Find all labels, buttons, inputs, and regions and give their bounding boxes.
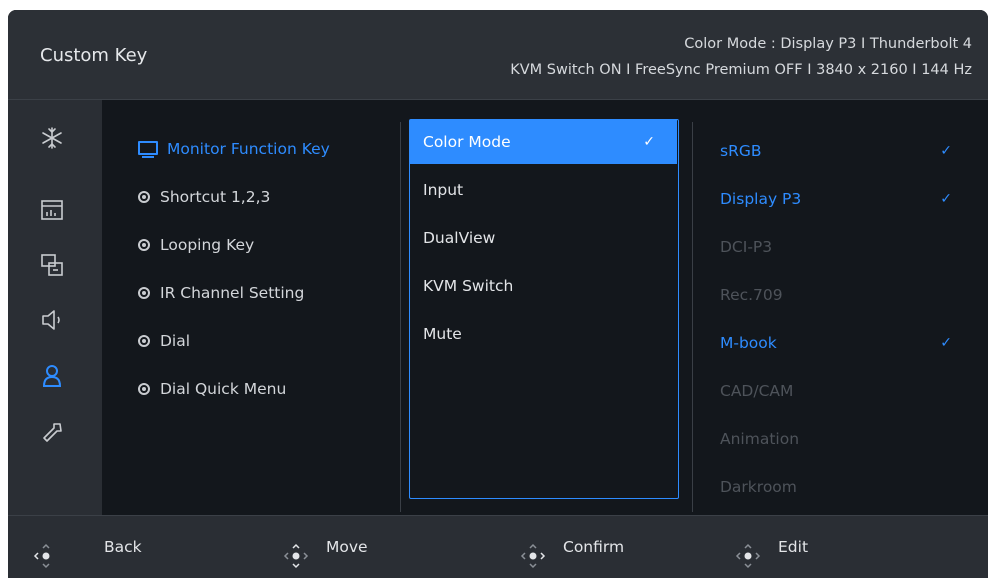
function-label: Color Mode xyxy=(423,133,511,151)
function-item-kvm-switch[interactable]: KVM Switch xyxy=(410,264,677,308)
snowflake-icon[interactable] xyxy=(39,125,65,151)
hint-confirm[interactable]: Confirm xyxy=(519,516,624,578)
dial-icon xyxy=(138,382,150,395)
joystick-press-icon xyxy=(734,534,762,568)
value-item-m-book[interactable]: M-book ✓ xyxy=(720,329,952,357)
value-label: Display P3 xyxy=(720,190,802,208)
monitor-icon xyxy=(138,140,158,158)
picture-icon[interactable] xyxy=(39,197,65,223)
speaker-icon[interactable] xyxy=(39,307,65,333)
menu-item-label: Monitor Function Key xyxy=(167,140,330,158)
value-item-display-p3[interactable]: Display P3 ✓ xyxy=(720,185,952,213)
value-item-cad-cam[interactable]: CAD/CAM xyxy=(720,377,952,405)
value-item-darkroom[interactable]: Darkroom xyxy=(720,473,952,501)
user-icon[interactable] xyxy=(39,363,65,389)
osd-window: Custom Key Color Mode : Display P3 I Thu… xyxy=(8,10,988,578)
sidebar xyxy=(8,100,102,515)
menu-item-shortcut[interactable]: Shortcut 1,2,3 xyxy=(138,183,270,211)
value-item-rec709[interactable]: Rec.709 xyxy=(720,281,952,309)
status-line-2: KVM Switch ON I FreeSync Premium OFF I 3… xyxy=(510,62,972,78)
menu-item-label: Shortcut 1,2,3 xyxy=(160,188,271,206)
edit-label: Edit xyxy=(778,538,809,556)
value-label: Animation xyxy=(720,430,800,448)
menu-item-label: Dial xyxy=(160,332,191,350)
value-label: Darkroom xyxy=(720,478,797,496)
value-label: DCI-P3 xyxy=(720,238,773,256)
function-label: DualView xyxy=(423,229,496,247)
hint-back[interactable]: Back xyxy=(32,516,142,578)
value-label: M-book xyxy=(720,334,777,352)
wrench-icon[interactable] xyxy=(39,420,65,446)
check-icon: ✓ xyxy=(940,191,952,207)
joystick-right-icon xyxy=(519,534,547,568)
function-item-color-mode[interactable]: Color Mode ✓ xyxy=(410,120,677,164)
function-label: Mute xyxy=(423,325,462,343)
menu-item-dial-quick-menu[interactable]: Dial Quick Menu xyxy=(138,375,286,403)
value-label: Rec.709 xyxy=(720,286,783,304)
divider xyxy=(400,122,401,512)
divider xyxy=(692,122,693,512)
dial-icon xyxy=(138,334,150,347)
value-label: sRGB xyxy=(720,142,762,160)
dial-icon xyxy=(138,238,150,251)
dial-icon xyxy=(138,286,150,299)
function-item-mute[interactable]: Mute xyxy=(410,312,677,356)
joystick-updown-icon xyxy=(282,534,310,568)
value-item-srgb[interactable]: sRGB ✓ xyxy=(720,137,952,165)
function-item-dualview[interactable]: DualView xyxy=(410,216,677,260)
menu-item-label: Looping Key xyxy=(160,236,255,254)
function-label: Input xyxy=(423,181,464,199)
menu-item-label: Dial Quick Menu xyxy=(160,380,287,398)
function-list: Color Mode ✓ Input DualView KVM Switch M… xyxy=(409,119,679,499)
menu-item-ir-channel[interactable]: IR Channel Setting xyxy=(138,279,304,307)
value-item-dci-p3[interactable]: DCI-P3 xyxy=(720,233,952,261)
function-item-input[interactable]: Input xyxy=(410,168,677,212)
page-title: Custom Key xyxy=(40,45,148,66)
check-icon: ✓ xyxy=(643,134,655,150)
menu-item-monitor-function-key[interactable]: Monitor Function Key xyxy=(138,135,330,163)
back-label: Back xyxy=(104,538,142,556)
status-line-1: Color Mode : Display P3 I Thunderbolt 4 xyxy=(684,36,972,52)
menu-item-dial[interactable]: Dial xyxy=(138,327,190,355)
hint-edit[interactable]: Edit xyxy=(734,516,808,578)
value-label: CAD/CAM xyxy=(720,382,794,400)
footer-bar: Back Move Confirm Edit xyxy=(8,515,988,578)
check-icon: ✓ xyxy=(940,335,952,351)
joystick-left-icon xyxy=(32,534,60,568)
value-item-animation[interactable]: Animation xyxy=(720,425,952,453)
menu-item-label: IR Channel Setting xyxy=(160,284,305,302)
header-bar: Custom Key Color Mode : Display P3 I Thu… xyxy=(8,10,988,100)
function-label: KVM Switch xyxy=(423,277,514,295)
hint-move[interactable]: Move xyxy=(282,516,368,578)
menu-item-looping-key[interactable]: Looping Key xyxy=(138,231,254,259)
dial-icon xyxy=(138,190,150,203)
confirm-label: Confirm xyxy=(563,538,625,556)
check-icon: ✓ xyxy=(940,143,952,159)
pip-icon[interactable] xyxy=(39,252,65,278)
move-label: Move xyxy=(326,538,368,556)
content-area: Monitor Function Key Shortcut 1,2,3 Loop… xyxy=(102,100,988,515)
